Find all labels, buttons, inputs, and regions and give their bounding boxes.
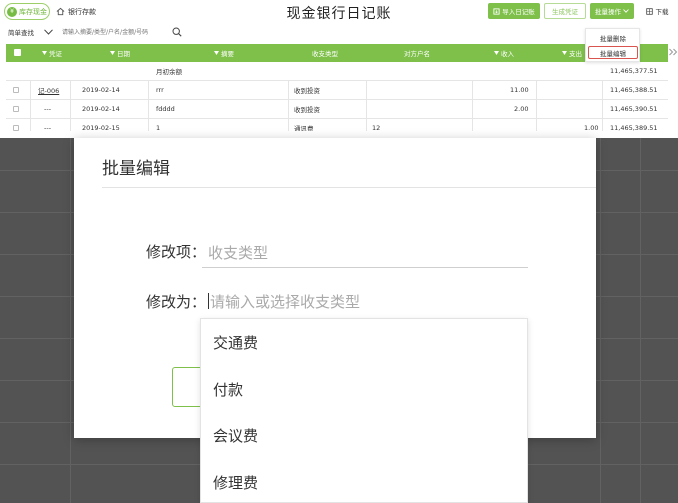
table-row[interactable]: --- 2019-02-15 1 通讯费 12 1.00 11,465,389.… <box>6 119 668 131</box>
sort-caret-icon <box>494 51 499 55</box>
modal-divider <box>102 187 596 188</box>
row-type: 收到投资 <box>294 106 320 114</box>
batch-operations-menu: 批量删除 批量编辑 <box>585 28 640 62</box>
column-counterparty-label: 对方户名 <box>404 50 430 58</box>
row-date: 2019-02-15 <box>82 124 120 131</box>
type-options-dropdown: 交通费 付款 会议费 修理费 <box>200 318 528 503</box>
batch-operations-label: 批量操作 <box>595 8 621 16</box>
modify-item-label: 修改项： <box>146 243 207 261</box>
select-all-checkbox[interactable] <box>14 49 21 56</box>
row-income: 2.00 <box>514 105 529 113</box>
column-summary[interactable]: 摘要 <box>214 44 234 62</box>
column-date-label: 日期 <box>117 50 130 58</box>
row-type: 通讯费 <box>294 125 314 131</box>
row-checkbox[interactable] <box>13 81 19 99</box>
column-voucher[interactable]: 凭证 <box>42 44 62 62</box>
column-income-label: 收入 <box>501 50 514 58</box>
sort-caret-icon <box>562 51 567 55</box>
sort-caret-icon <box>42 51 47 55</box>
opening-balance-label: 月初余额 <box>156 68 182 76</box>
generate-voucher-button[interactable]: 生成凭证 <box>544 3 586 19</box>
top-bar: ¥ 库存现金 银行存款 现金银行日记账 导入日记账 生成凭证 批量操作 下载 <box>0 0 678 24</box>
row-voucher-link[interactable]: 记-006 <box>38 81 59 99</box>
row-date: 2019-02-14 <box>82 105 120 113</box>
text-cursor <box>208 293 209 309</box>
journal-table: 凭证 日期 摘要 收支类型 对方户名 收入 支出 月初余额 11,465,377… <box>6 44 668 131</box>
search-input[interactable] <box>62 26 172 38</box>
option-item[interactable]: 交通费 <box>201 319 527 365</box>
option-item[interactable]: 修理费 <box>201 459 527 503</box>
column-expense-label: 支出 <box>569 50 582 58</box>
row-voucher: --- <box>44 124 52 131</box>
column-summary-label: 摘要 <box>221 50 234 58</box>
row-type: 收到投资 <box>294 87 320 95</box>
row-balance: 11,465,390.51 <box>610 105 658 113</box>
download-button[interactable]: 下载 <box>640 3 674 19</box>
column-type-label: 收支类型 <box>312 50 338 58</box>
row-checkbox[interactable] <box>13 119 19 131</box>
row-checkbox[interactable] <box>13 100 19 118</box>
table-header: 凭证 日期 摘要 收支类型 对方户名 收入 支出 <box>6 44 668 62</box>
row-summary: rrr <box>156 86 164 94</box>
row-expense: 1.00 <box>584 124 599 131</box>
modify-to-label: 修改为： <box>146 293 207 311</box>
row-income: 11.00 <box>510 86 529 94</box>
search-icon[interactable] <box>172 27 182 37</box>
row-voucher: --- <box>44 105 52 113</box>
batch-edit-menu-item[interactable]: 批量编辑 <box>588 46 638 59</box>
download-label: 下载 <box>655 8 669 16</box>
batch-operations-button[interactable]: 批量操作 <box>590 3 634 19</box>
row-counterparty: 12 <box>372 124 381 131</box>
batch-delete-menu-item[interactable]: 批量删除 <box>588 31 638 44</box>
row-summary: 1 <box>156 124 161 131</box>
column-income[interactable]: 收入 <box>494 44 514 62</box>
option-item[interactable]: 付款 <box>201 366 527 412</box>
chevron-down-icon[interactable] <box>44 29 53 35</box>
column-date[interactable]: 日期 <box>110 44 130 62</box>
sort-caret-icon <box>110 51 115 55</box>
row-date: 2019-02-14 <box>82 86 120 94</box>
modify-item-field[interactable]: 收支类型 <box>202 238 528 268</box>
row-balance: 11,465,389.51 <box>610 124 658 131</box>
opening-balance-value: 11,465,377.51 <box>610 67 658 75</box>
sort-caret-icon <box>214 51 219 55</box>
column-type: 收支类型 <box>312 44 338 62</box>
column-counterparty: 对方户名 <box>404 44 430 62</box>
search-mode-label[interactable]: 简单查找 <box>8 27 34 37</box>
double-chevron-right-icon[interactable] <box>668 47 678 57</box>
modify-to-input[interactable]: 请输入或选择收支类型 <box>202 286 528 316</box>
opening-balance-row: 月初余额 11,465,377.51 <box>6 62 668 81</box>
chevron-down-icon <box>623 9 629 13</box>
row-balance: 11,465,388.51 <box>610 86 658 94</box>
table-row[interactable]: 记-006 2019-02-14 rrr 收到投资 11.00 11,465,3… <box>6 81 668 100</box>
table-row[interactable]: --- 2019-02-14 fdddd 收到投资 2.00 11,465,39… <box>6 100 668 119</box>
import-journal-label: 导入日记账 <box>502 8 535 16</box>
modal-title: 批量编辑 <box>102 159 170 179</box>
modify-to-placeholder: 请输入或选择收支类型 <box>210 292 361 311</box>
column-expense[interactable]: 支出 <box>562 44 582 62</box>
row-summary: fdddd <box>156 105 175 113</box>
option-item[interactable]: 会议费 <box>201 412 527 458</box>
column-voucher-label: 凭证 <box>49 50 62 58</box>
download-icon <box>645 7 653 15</box>
import-icon <box>493 7 500 15</box>
import-journal-button[interactable]: 导入日记账 <box>488 3 540 19</box>
modify-item-value: 收支类型 <box>208 244 269 262</box>
search-row: 简单查找 <box>0 24 678 42</box>
